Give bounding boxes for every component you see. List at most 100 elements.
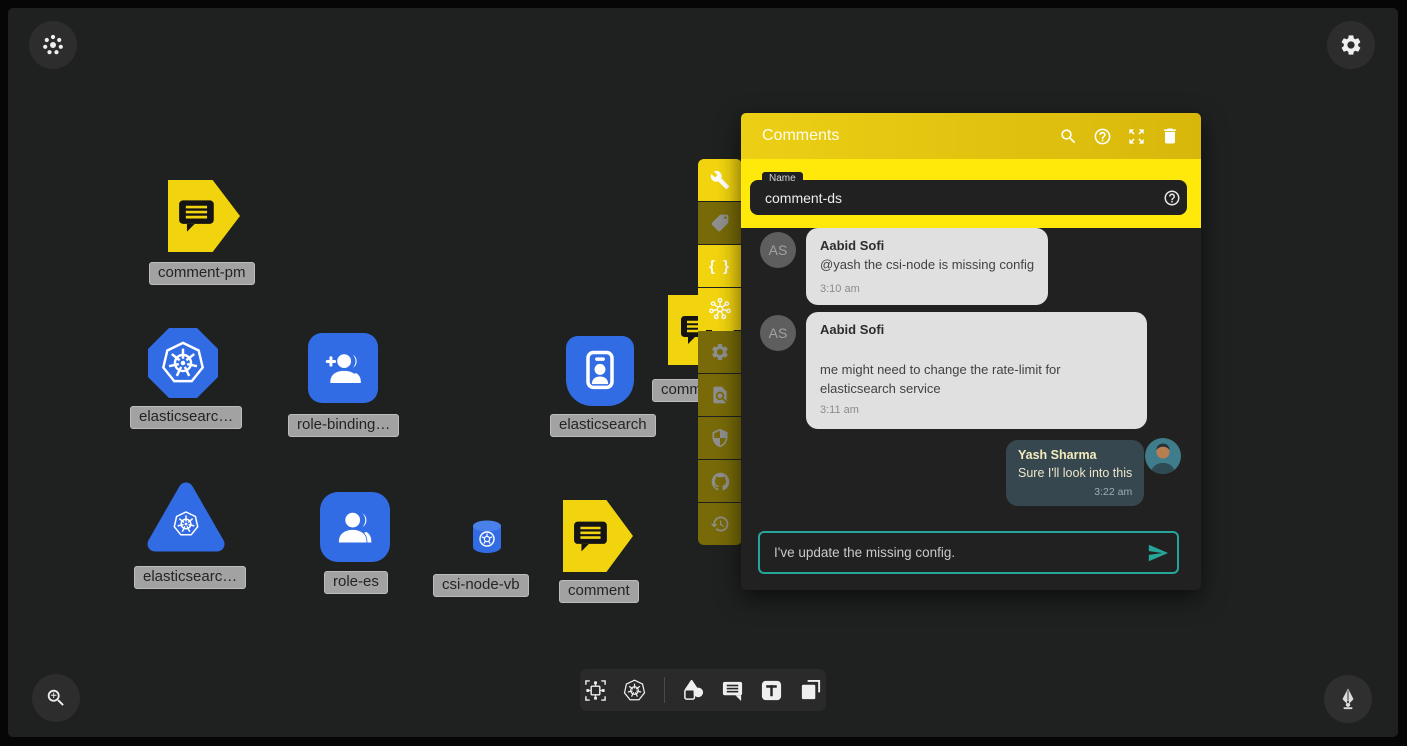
message-author: Aabid Sofi [820, 238, 1034, 253]
trash-icon [1160, 126, 1180, 146]
node-role-es[interactable] [320, 492, 390, 562]
delete-button[interactable] [1153, 119, 1187, 153]
kubernetes-icon [160, 340, 206, 386]
message-author: Yash Sharma [1018, 448, 1132, 462]
shapes-button[interactable] [682, 678, 706, 702]
message-author: Aabid Sofi [820, 322, 1133, 337]
send-icon [1147, 542, 1169, 564]
node-label: comment [559, 580, 639, 603]
kubernetes-triangle-icon [146, 478, 226, 558]
message: AS [760, 232, 796, 268]
settings-button[interactable] [698, 331, 742, 373]
node-label: elasticsearc… [130, 406, 242, 429]
role-binding-icon [320, 345, 366, 391]
message-bubble: Yash Sharma Sure I'll look into this 3:2… [1006, 440, 1144, 506]
shield-icon [710, 428, 730, 448]
note-tool-button[interactable] [799, 678, 823, 702]
comment-icon [721, 679, 744, 702]
message-time: 3:22 am [1018, 486, 1132, 498]
doc-search-icon [710, 385, 730, 405]
node-label: elasticsearc… [134, 566, 246, 589]
node-label: comment-pm [149, 262, 255, 285]
node-label: csi-node-vb [433, 574, 529, 597]
pen-tool-button[interactable] [1324, 675, 1372, 723]
json-config-button[interactable]: { } [698, 245, 742, 287]
tags-button[interactable] [698, 202, 742, 244]
comment-icon [573, 520, 609, 553]
history-button[interactable] [698, 503, 742, 545]
tag-icon [710, 213, 730, 233]
avatar-photo [1145, 438, 1181, 479]
settings-button[interactable] [1327, 21, 1375, 69]
message-text: Sure I'll look into this [1018, 464, 1132, 482]
help-icon [1163, 189, 1181, 207]
message-time: 3:11 am [820, 404, 1133, 416]
message-text: @yash the csi-node is missing config [820, 256, 1034, 275]
component-icon [584, 679, 607, 702]
node-label: role-binding… [288, 414, 399, 437]
help-button[interactable] [1085, 119, 1119, 153]
node-action-toolbar: { } [698, 159, 742, 545]
send-button[interactable] [1139, 534, 1177, 572]
user-photo-icon [1145, 438, 1181, 474]
github-button[interactable] [698, 460, 742, 502]
pen-nib-icon [1336, 687, 1360, 711]
role-icon [332, 504, 378, 550]
comment-input[interactable] [760, 545, 1139, 560]
kubernetes-icon [623, 679, 646, 702]
avatar: AS [760, 315, 796, 351]
search-icon [1059, 127, 1078, 146]
configure-button[interactable] [698, 159, 742, 201]
shapes-icon [682, 679, 705, 702]
history-icon [710, 514, 730, 534]
comments-panel-header[interactable]: Comments [741, 113, 1201, 159]
name-section: Name [741, 159, 1201, 228]
node-role-binding[interactable] [308, 333, 378, 403]
avatar: AS [760, 232, 796, 268]
name-field[interactable]: Name [750, 180, 1187, 215]
security-button[interactable] [698, 417, 742, 459]
panel-title: Comments [762, 127, 1051, 145]
braces-icon: { } [709, 258, 731, 275]
name-help-button[interactable] [1157, 181, 1187, 215]
comment-tool-button[interactable] [721, 678, 745, 702]
component-topology-button[interactable] [584, 678, 608, 702]
gear-icon [1339, 33, 1363, 57]
comment-icon [178, 199, 216, 233]
message-bubble: Aabid Sofi @yash the csi-node is missing… [806, 228, 1048, 305]
node-elasticsearch-badge[interactable] [566, 336, 634, 406]
meshery-wheel-icon [41, 33, 65, 57]
zoom-in-icon [45, 687, 67, 709]
name-input[interactable] [750, 190, 1157, 206]
message-time: 3:10 am [820, 283, 1034, 295]
text-tool-button[interactable] [760, 678, 784, 702]
comments-panel: Comments Name A [741, 113, 1201, 590]
inspect-document-button[interactable] [698, 374, 742, 416]
kubernetes-wheel-icon [708, 297, 732, 321]
message: AS [760, 315, 796, 351]
service-account-icon [578, 347, 622, 395]
node-label: elasticsearch [550, 414, 656, 437]
wrench-icon [710, 170, 730, 190]
node-csi-node-vb[interactable] [468, 517, 506, 557]
node-elasticsearch-triangle[interactable] [146, 478, 226, 558]
app-menu-button[interactable] [29, 21, 77, 69]
expand-icon [1127, 127, 1146, 146]
kubernetes-button[interactable] [698, 288, 742, 330]
help-icon [1093, 127, 1112, 146]
toolbar-divider [664, 677, 665, 703]
shape-toolbar [580, 669, 826, 711]
github-icon [710, 471, 731, 492]
search-comments-button[interactable] [1051, 119, 1085, 153]
comment-input-wrap [758, 531, 1179, 574]
note-icon [799, 679, 822, 702]
message-text: me might need to change the rate-limit f… [820, 361, 1133, 399]
storage-cylinder-icon [468, 517, 506, 557]
node-elasticsearch-octagon[interactable] [148, 328, 218, 398]
name-field-label: Name [762, 172, 803, 186]
design-canvas-app: comment-pm elasticsearc… role-bindi [0, 0, 1407, 746]
expand-button[interactable] [1119, 119, 1153, 153]
kubernetes-button[interactable] [623, 678, 647, 702]
text-icon [760, 679, 783, 702]
zoom-button[interactable] [32, 674, 80, 722]
